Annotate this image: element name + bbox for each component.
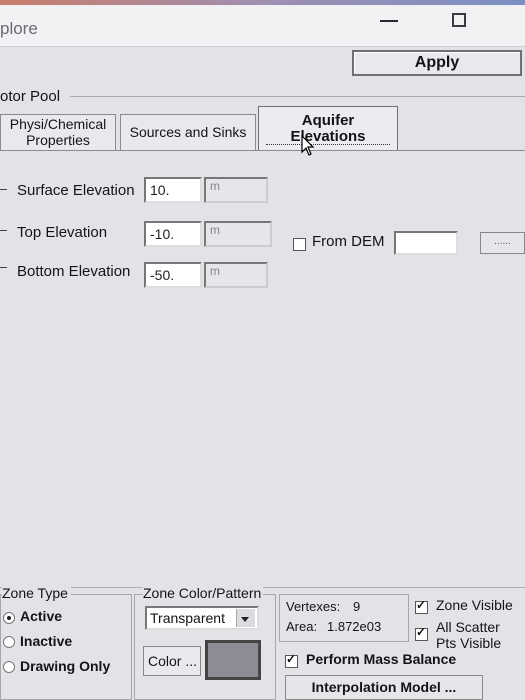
bottom-elevation-unit[interactable]: m (204, 262, 268, 288)
minimize-icon[interactable] (380, 20, 398, 22)
mouse-pointer-icon (301, 135, 315, 156)
tab-physi-chemical-properties[interactable]: Physi/Chemical Properties (0, 114, 116, 150)
tab-focus-outline (266, 144, 390, 146)
zone-type-active-radio[interactable] (3, 612, 15, 624)
area-value: 1.872e03 (327, 619, 382, 634)
zone-visible-label: Zone Visible (436, 597, 513, 613)
zone-type-drawing-only-radio[interactable] (3, 661, 15, 673)
tab-label-line1: Physi/Chemical (9, 116, 107, 132)
tab-panel-border (0, 150, 525, 151)
bottom-elevation-label: Bottom Elevation (17, 263, 131, 280)
surface-elevation-unit[interactable]: m (204, 177, 268, 203)
group-border (70, 96, 525, 97)
top-elevation-input[interactable]: -10. (144, 221, 202, 247)
zone-type-inactive-label: Inactive (20, 633, 73, 649)
mass-balance-label: Perform Mass Balance (306, 651, 457, 667)
apply-button[interactable]: Apply (352, 50, 522, 76)
field-marker (0, 189, 7, 190)
mass-balance-checkbox[interactable] (285, 652, 298, 668)
zone-color-swatch[interactable] (205, 640, 261, 680)
maximize-icon[interactable] (452, 13, 466, 27)
zone-type-drawing-only-label: Drawing Only (20, 658, 111, 674)
all-scatter-label-line2: Pts Visible (436, 635, 502, 651)
tab-label-line1: Aquifer (301, 112, 355, 129)
dem-file-input[interactable] (394, 231, 458, 255)
tab-label-line2: Properties (26, 132, 90, 148)
bottom-elevation-input[interactable]: -50. (144, 262, 202, 288)
tab-label-line2: Elevations (290, 128, 366, 145)
chevron-down-icon (241, 617, 249, 622)
from-dem-label: From DEM (312, 233, 385, 250)
surface-elevation-input[interactable]: 10. (144, 177, 202, 203)
zone-type-active-label: Active (20, 608, 63, 624)
interpolation-model-button[interactable]: Interpolation Model ... (285, 675, 483, 700)
zone-color-legend: Zone Color/Pattern (143, 585, 264, 601)
zone-type-inactive-radio[interactable] (3, 636, 15, 648)
all-scatter-visible-checkbox[interactable] (415, 625, 428, 641)
top-elevation-unit[interactable]: m (204, 221, 272, 247)
title-bar-accent (0, 0, 525, 5)
surface-elevation-label: Surface Elevation (17, 182, 135, 199)
top-elevation-label: Top Elevation (17, 224, 108, 241)
zone-type-legend: Zone Type (2, 585, 71, 601)
field-marker (0, 267, 7, 268)
field-marker (0, 230, 7, 231)
tab-sources-and-sinks[interactable]: Sources and Sinks (120, 114, 256, 150)
all-scatter-label-line1: All Scatter (436, 619, 500, 635)
vertexes-label: Vertexes: (286, 599, 341, 614)
dem-browse-button[interactable]: ...... (480, 232, 525, 254)
zone-visible-checkbox[interactable] (415, 598, 428, 614)
vertexes-value: 9 (353, 599, 361, 614)
area-label: Area: (286, 619, 318, 634)
color-button[interactable]: Color ... (143, 646, 201, 676)
from-dem-checkbox[interactable] (293, 238, 306, 251)
window-title: plore (0, 19, 38, 38)
title-bar (0, 0, 525, 47)
group-label: otor Pool (0, 88, 61, 105)
